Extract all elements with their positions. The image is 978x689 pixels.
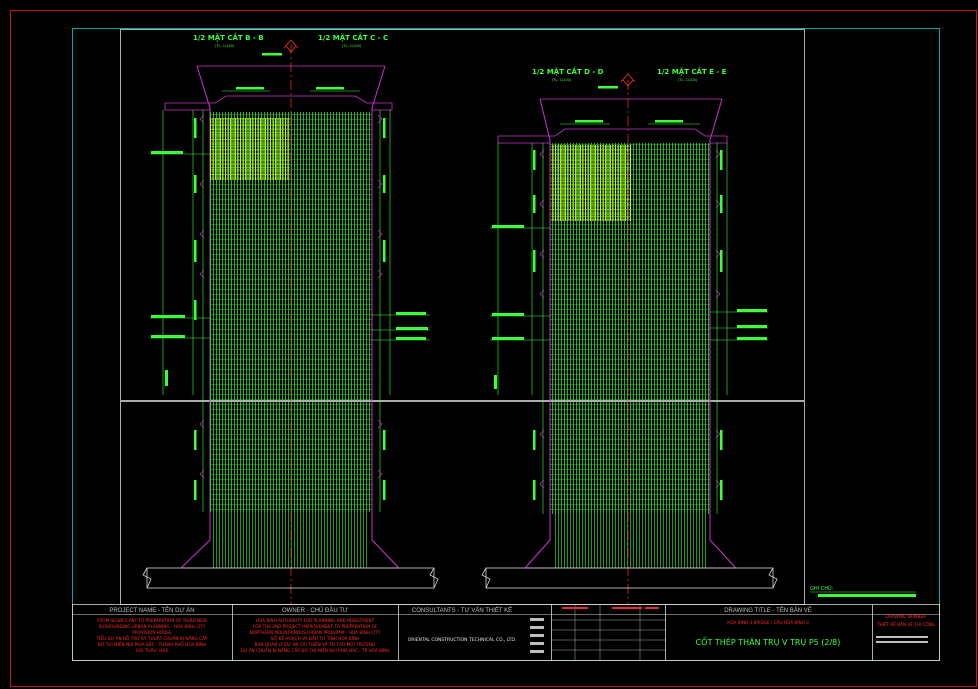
project-line-2: SURROUNDING URBAN PLANNING - HOA BINH CI… xyxy=(99,624,206,629)
left-pier-title-right: 1/2 MẶT CẮT C - C xyxy=(318,32,388,42)
drawing-title-header: DRAWING TITLE - TÊN BẢN VẼ xyxy=(724,606,812,614)
title-block: PROJECT NAME - TÊN DỰ ÁN FROM SIGNIFICAN… xyxy=(72,604,940,661)
left-pier-scale-left: (TL: 1/100) xyxy=(215,44,235,48)
right-pier-title-left: 1/2 MẶT CẮT D - D xyxy=(532,66,604,76)
owner-line-6: DỰ ÁN CHUẨN BỊ NÂNG CẤP ĐÔ THỊ MIỀN NÚI … xyxy=(241,648,390,653)
note-label: GHI CHÚ: xyxy=(810,585,834,592)
left-pier-scale-right: (TL: 1/100) xyxy=(342,44,362,48)
inner-frame xyxy=(72,28,940,661)
project-line-6: GÓI THẦU: HH5 xyxy=(136,648,169,653)
owner-line-1: HOA BINH AUTHORITY FOR PLANNING AND INVE… xyxy=(256,618,375,623)
project-header: PROJECT NAME - TÊN DỰ ÁN xyxy=(109,606,194,614)
owner-line-3: NORTHERN MOUNTAINOUS URBAN PROGRAM - HOA… xyxy=(250,630,381,635)
consultant-header: CONSULTANTS - TƯ VẤN THIẾT KẾ xyxy=(412,607,512,614)
consultant-name: ORIENTAL CONSTRUCTION TECHNICAL CO., LTD… xyxy=(408,637,517,643)
project-line-5: ĐÔ THỊ MIỀN NÚI PHÍA BẮC - THÀNH PHỐ HÒA… xyxy=(98,642,206,647)
drawing-subtitle: HOA BINH 3 BRIDGE / CẦU HÒA BÌNH 3 xyxy=(727,620,809,625)
owner-line-5: BAN QUẢN LÝ DỰ ÁN CẢI THIỆN VÀ TÁI TẠO M… xyxy=(255,642,376,647)
drawing-number-header: DRAWING NUMBER xyxy=(886,614,926,619)
project-line-4: TIỂU DỰ ÁN HỖ TRỢ KỸ THUẬT CHUẨN BỊ NÂNG… xyxy=(96,636,208,641)
project-line-3: PROVISION HOUSE xyxy=(132,630,172,635)
right-pier-scale-right: (TL: 1/100) xyxy=(678,78,698,82)
cad-drawing-canvas[interactable]: 1/2 MẶT CẮT B - B 1/2 MẶT CẮT C - C (TL:… xyxy=(0,0,978,689)
owner-line-4: SỞ KẾ HOẠCH VÀ ĐẦU TƯ TỈNH HÒA BÌNH xyxy=(271,635,359,641)
owner-line-2: FOR THE 2ND PROJECT IMPROVEMENT TO PREPA… xyxy=(253,624,378,629)
drawing-title: CỐT THÉP THÂN TRỤ V TRỤ P5 (2/8) xyxy=(696,635,841,647)
project-line-1: FROM SIGNIFICANT TO PREPARATION OF THIRD… xyxy=(97,618,207,623)
owner-header: OWNER - CHỦ ĐẦU TƯ xyxy=(282,607,348,614)
footings xyxy=(142,567,778,589)
right-pier-title-right: 1/2 MẶT CẮT E - E xyxy=(657,66,727,76)
left-pier-drawing: 1/2 MẶT CẮT B - B 1/2 MẶT CẮT C - C (TL:… xyxy=(150,32,430,605)
right-pier-scale-left: (TL: 1/100) xyxy=(552,78,572,82)
right-pier-drawing: 1/2 MẶT CẮT D - D 1/2 MẶT CẮT E - E (TL:… xyxy=(490,66,768,605)
left-pier-title-left: 1/2 MẶT CẮT B - B xyxy=(193,32,264,42)
drawing-number: THIẾT KẾ BẢN VẼ THI CÔNG xyxy=(876,621,935,627)
